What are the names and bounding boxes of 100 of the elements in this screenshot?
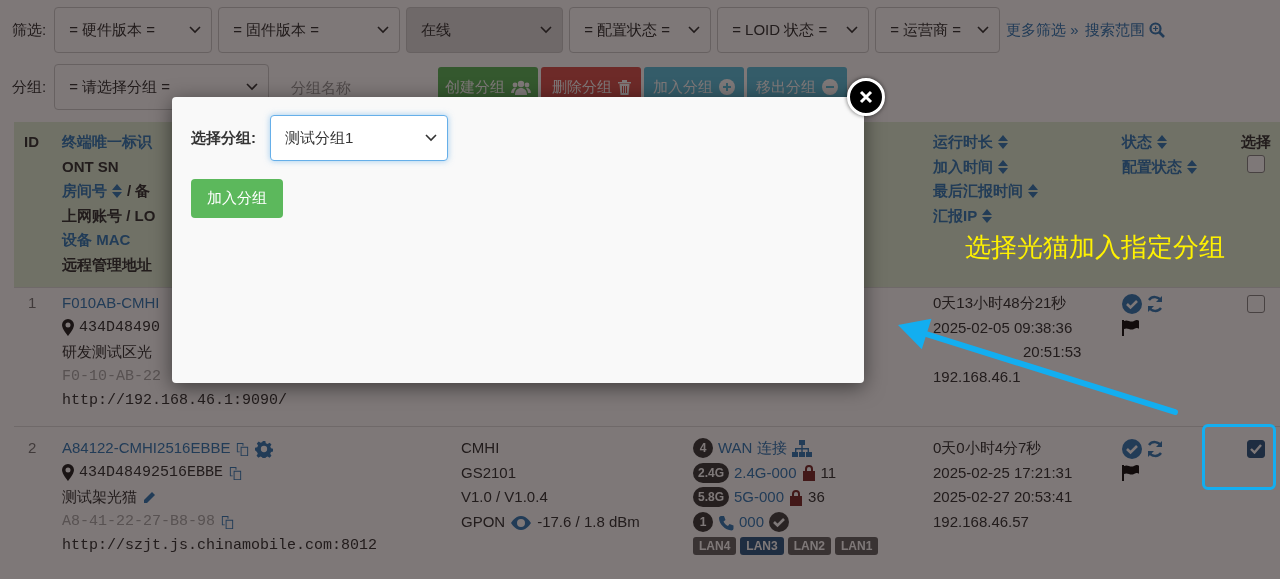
close-icon <box>859 90 873 104</box>
filter-select[interactable]: = 运营商 = <box>875 7 1001 53</box>
sort-icon <box>998 159 1008 174</box>
trash-icon <box>617 79 631 95</box>
sort-link[interactable]: 房间号 <box>62 179 122 204</box>
chevron-icon <box>846 26 859 34</box>
pon-type: GPON <box>461 511 506 532</box>
copy-icon <box>235 441 251 457</box>
column-header: ONT SN <box>62 156 119 177</box>
model: GS2101 <box>461 462 518 483</box>
wan-link[interactable]: WAN 连接 <box>718 436 787 461</box>
sort-icon <box>1028 184 1038 199</box>
ssid-link[interactable]: 2.4G-000 <box>734 460 797 485</box>
sort-link[interactable]: 状态 <box>1122 130 1167 155</box>
pencil-icon <box>142 491 156 506</box>
column-header: ID <box>24 132 40 152</box>
lan-port-tag: LAN1 <box>835 537 879 555</box>
client-count: 36 <box>808 487 825 507</box>
count-badge: 4 <box>693 438 713 459</box>
device-id-link[interactable]: F010AB-CMHI <box>62 291 160 316</box>
sort-link[interactable]: 设备 MAC <box>62 228 131 253</box>
chevron-icon <box>189 26 202 34</box>
column-header: 上网账号 / LO <box>62 205 156 226</box>
optical-power: -17.6 / 1.8 dBm <box>537 511 640 532</box>
sitemap-icon <box>791 440 812 459</box>
close-button[interactable] <box>847 78 885 116</box>
chevron-icon <box>246 83 259 91</box>
field-label: 选择分组: <box>191 128 256 148</box>
sort-icon <box>1187 159 1197 174</box>
filter-select[interactable]: 在线 <box>406 7 564 53</box>
sort-icon <box>982 208 993 223</box>
sort-link[interactable]: 运行时长 <box>933 130 1008 155</box>
search-scope-link[interactable]: 搜索范围 <box>1084 20 1165 40</box>
refresh-icon <box>1146 440 1164 458</box>
filter-select[interactable]: = 配置状态 = <box>569 7 712 53</box>
time-text: 0天13小时48分21秒 <box>933 294 1067 311</box>
sort-link[interactable]: 汇报IP <box>933 203 993 228</box>
gear-icon <box>255 440 274 459</box>
ont-sn: 434D48492516EBBE <box>79 462 224 483</box>
more-filters-link[interactable]: 更多筛选 » <box>1006 20 1079 40</box>
filter-select[interactable]: = LOID 状态 = <box>717 7 870 53</box>
lan-port-tag: LAN3 <box>740 537 784 555</box>
row-id: 2 <box>28 438 38 458</box>
map-pin-icon <box>62 319 74 337</box>
chevron-icon <box>377 26 390 34</box>
chevron-icon <box>688 26 701 34</box>
annotation-caption: 选择光猫加入指定分组 <box>965 231 1225 264</box>
phone-icon <box>718 514 734 531</box>
lock-icon <box>801 464 816 482</box>
filter-select[interactable]: = 硬件版本 = <box>54 7 213 53</box>
ssid-link[interactable]: 5G-000 <box>734 485 785 510</box>
client-count: 11 <box>820 462 837 483</box>
check-circle-icon <box>1122 294 1142 314</box>
remote-url: http://szjt.js.chinamobile.com:8012 <box>62 536 378 556</box>
search-plus-icon <box>1148 22 1165 38</box>
sort-link[interactable]: 最后汇报时间 <box>933 179 1038 204</box>
check-circle-icon <box>1122 439 1142 459</box>
sort-link[interactable]: 加入时间 <box>933 154 1008 179</box>
voice-number-link[interactable]: 000 <box>739 509 765 534</box>
ont-sn: 434D48490 <box>79 317 160 338</box>
sort-link[interactable]: 终端唯一标识 <box>62 130 152 155</box>
refresh-icon <box>1146 295 1164 313</box>
filter-label: 筛选: <box>12 20 47 40</box>
chevron-icon <box>425 134 437 142</box>
add-to-group-button[interactable]: 加入分组 <box>191 179 283 218</box>
device-id-link[interactable]: A84122-CMHI2516EBBE <box>62 436 231 461</box>
band-badge: 2.4G <box>693 462 729 483</box>
checkbox[interactable] <box>1247 440 1265 458</box>
time-text: 192.168.46.1 <box>933 367 1021 385</box>
column-header: / 备 <box>127 181 151 201</box>
chevron-icon <box>977 26 990 34</box>
minus-circle-icon <box>822 79 839 95</box>
column-header: 选择 <box>1241 132 1271 152</box>
versions: V1.0 / V1.0.4 <box>461 487 549 507</box>
lan-port-tag: LAN2 <box>787 537 832 555</box>
count-badge: 1 <box>693 511 713 532</box>
copy-icon <box>228 466 244 482</box>
time-text: 2025-02-25 17:21:31 <box>933 463 1073 481</box>
time-text: 2025-02-27 20:53:41 <box>933 488 1073 505</box>
checkbox[interactable] <box>1247 154 1265 173</box>
checkbox[interactable] <box>1247 295 1265 313</box>
vendor: CMHI <box>461 438 501 458</box>
chevron-icon <box>540 26 553 34</box>
time-text: 0天0小时4分7秒 <box>933 439 1042 456</box>
sort-icon <box>998 135 1008 150</box>
sort-icon <box>112 184 122 199</box>
eye-icon <box>510 515 533 530</box>
device-note: 测试架光猫 <box>62 487 137 507</box>
time-text: 192.168.46.57 <box>933 512 1029 530</box>
group-select[interactable]: 测试分组1 <box>270 115 448 161</box>
band-badge: 5.8G <box>693 487 729 508</box>
sort-link[interactable]: 配置状态 <box>1122 154 1197 179</box>
filter-select[interactable]: = 固件版本 = <box>218 7 401 53</box>
device-note: 研发测试区光 <box>62 342 152 362</box>
sort-icon <box>1157 135 1167 150</box>
time-text: 2025-02-05 09:38:36 <box>933 318 1073 336</box>
check-circle-icon <box>769 511 790 532</box>
lock-icon <box>789 488 804 506</box>
flag-icon <box>1122 465 1140 481</box>
flag-icon <box>1122 320 1140 336</box>
